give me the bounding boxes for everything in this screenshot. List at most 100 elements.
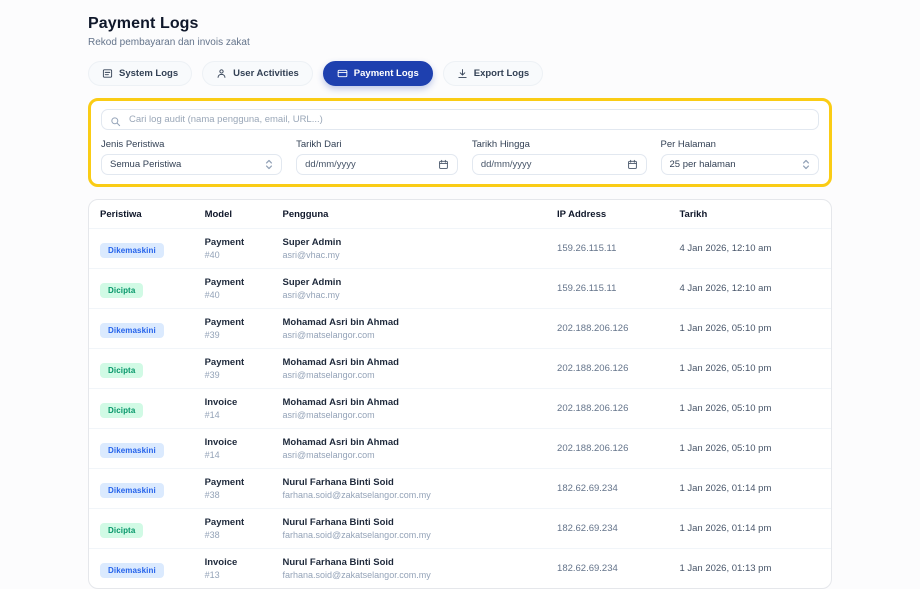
user-name: Mohamad Asri bin Ahmad	[282, 437, 541, 448]
ip-address: 159.26.115.11	[549, 229, 671, 269]
tarikh-dari-input[interactable]: dd/mm/yyyy	[296, 154, 458, 175]
select-value: Semua Peristiwa	[110, 159, 181, 170]
ip-address: 159.26.115.11	[549, 269, 671, 309]
filter-tarikh-dari: Tarikh Dari dd/mm/yyyy	[296, 139, 458, 175]
logs-table-card: Peristiwa Model Pengguna IP Address Tari…	[88, 199, 832, 589]
event-badge: Dicipta	[100, 363, 143, 378]
tab-payment-logs[interactable]: Payment Logs	[323, 61, 433, 86]
user-name: Nurul Farhana Binti Soid	[282, 517, 541, 528]
table-header-row: Peristiwa Model Pengguna IP Address Tari…	[89, 200, 831, 229]
user-name: Mohamad Asri bin Ahmad	[282, 357, 541, 368]
event-badge: Dicipta	[100, 283, 143, 298]
user-email: asri@matselangor.com	[282, 450, 541, 460]
event-badge: Dikemaskini	[100, 443, 164, 458]
ip-address: 182.62.69.234	[549, 549, 671, 589]
event-badge: Dicipta	[100, 403, 143, 418]
filter-jenis-peristiwa: Jenis Peristiwa Semua Peristiwa	[101, 139, 282, 175]
calendar-icon	[627, 159, 638, 170]
table-row: Dicipta Payment #40 Super Admin asri@vhac.…	[89, 269, 831, 309]
user-email: asri@matselangor.com	[282, 370, 541, 380]
model-id: #38	[205, 490, 267, 500]
log-date: 1 Jan 2026, 01:14 pm	[671, 469, 831, 509]
log-date: 1 Jan 2026, 05:10 pm	[671, 389, 831, 429]
tarikh-hingga-input[interactable]: dd/mm/yyyy	[472, 154, 647, 175]
event-badge: Dikemaskini	[100, 483, 164, 498]
user-name: Super Admin	[282, 237, 541, 248]
log-date: 1 Jan 2026, 01:14 pm	[671, 509, 831, 549]
ip-address: 202.188.206.126	[549, 429, 671, 469]
user-email: asri@matselangor.com	[282, 410, 541, 420]
table-row: Dikemaskini Invoice#13 Nurul Farhana Bin…	[89, 549, 831, 589]
payment-logs-page: Payment Logs Rekod pembayaran dan invois…	[88, 0, 832, 589]
download-icon	[457, 68, 468, 79]
table-row: Dikemaskini Payment#40 Super Adminasri@v…	[89, 229, 831, 269]
user-icon	[216, 68, 227, 79]
filter-panel: Jenis Peristiwa Semua Peristiwa Tarikh D…	[88, 98, 832, 187]
user-email: asri@matselangor.com	[282, 330, 541, 340]
credit-card-icon	[337, 68, 348, 79]
tab-export-logs[interactable]: Export Logs	[443, 61, 543, 86]
tab-label: Payment Logs	[354, 68, 419, 79]
table-row: Dicipta Payment#39 Mohamad Asri bin Ahma…	[89, 349, 831, 389]
model-id: #14	[205, 450, 267, 460]
user-email: farhana.soid@zakatselangor.com.my	[282, 530, 541, 540]
model-name: Payment	[205, 237, 267, 248]
model-id: #13	[205, 570, 267, 580]
model-name: Payment	[205, 277, 267, 288]
date-value: dd/mm/yyyy	[481, 159, 532, 170]
tab-system-logs[interactable]: System Logs	[88, 61, 192, 86]
search-icon	[110, 114, 121, 132]
user-email: farhana.soid@zakatselangor.com.my	[282, 570, 541, 580]
model-name: Payment	[205, 477, 267, 488]
table-row: Dikemaskini Payment#39 Mohamad Asri bin …	[89, 309, 831, 349]
tab-user-activities[interactable]: User Activities	[202, 61, 313, 86]
model-name: Invoice	[205, 557, 267, 568]
ip-address: 182.62.69.234	[549, 509, 671, 549]
column-header-ip: IP Address	[549, 200, 671, 229]
log-date: 1 Jan 2026, 05:10 pm	[671, 429, 831, 469]
log-date: 1 Jan 2026, 05:10 pm	[671, 349, 831, 389]
search-box	[101, 109, 819, 130]
table-row: Dicipta Payment#38 Nurul Farhana Binti S…	[89, 509, 831, 549]
per-halaman-select[interactable]: 25 per halaman	[661, 154, 820, 175]
column-header-tarikh: Tarikh	[671, 200, 831, 229]
user-email: asri@vhac.my	[282, 290, 541, 300]
user-name: Mohamad Asri bin Ahmad	[282, 397, 541, 408]
column-header-peristiwa: Peristiwa	[89, 200, 197, 229]
model-name: Invoice	[205, 397, 267, 408]
chevron-up-down-icon	[265, 158, 273, 171]
model-id: #14	[205, 410, 267, 420]
filter-label: Tarikh Dari	[296, 139, 458, 150]
column-header-pengguna: Pengguna	[274, 200, 549, 229]
event-badge: Dikemaskini	[100, 243, 164, 258]
filter-row: Jenis Peristiwa Semua Peristiwa Tarikh D…	[101, 139, 819, 175]
filter-label: Per Halaman	[661, 139, 820, 150]
logs-table: Peristiwa Model Pengguna IP Address Tari…	[89, 200, 831, 588]
model-id: #39	[205, 370, 267, 380]
log-date: 4 Jan 2026, 12:10 am	[671, 269, 831, 309]
search-input[interactable]	[101, 109, 819, 130]
user-email: farhana.soid@zakatselangor.com.my	[282, 490, 541, 500]
log-date: 4 Jan 2026, 12:10 am	[671, 229, 831, 269]
filter-label: Jenis Peristiwa	[101, 139, 282, 150]
log-date: 1 Jan 2026, 05:10 pm	[671, 309, 831, 349]
user-name: Nurul Farhana Binti Soid	[282, 477, 541, 488]
date-value: dd/mm/yyyy	[305, 159, 356, 170]
chevron-up-down-icon	[802, 158, 810, 171]
model-name: Payment	[205, 317, 267, 328]
filter-per-halaman: Per Halaman 25 per halaman	[661, 139, 820, 175]
table-row: Dikemaskini Payment #38 Nurul Farhana Bin…	[89, 469, 831, 509]
user-email: asri@vhac.my	[282, 250, 541, 260]
model-name: Invoice	[205, 437, 267, 448]
system-logs-icon	[102, 68, 113, 79]
tab-bar: System Logs User Activities Payment Logs…	[88, 61, 832, 86]
jenis-peristiwa-select[interactable]: Semua Peristiwa	[101, 154, 282, 175]
model-id: #39	[205, 330, 267, 340]
user-name: Super Admin	[282, 277, 541, 288]
column-header-model: Model	[197, 200, 275, 229]
ip-address: 202.188.206.126	[549, 309, 671, 349]
filter-label: Tarikh Hingga	[472, 139, 647, 150]
model-id: #40	[205, 290, 267, 300]
ip-address: 202.188.206.126	[549, 389, 671, 429]
tab-label: User Activities	[233, 68, 299, 79]
